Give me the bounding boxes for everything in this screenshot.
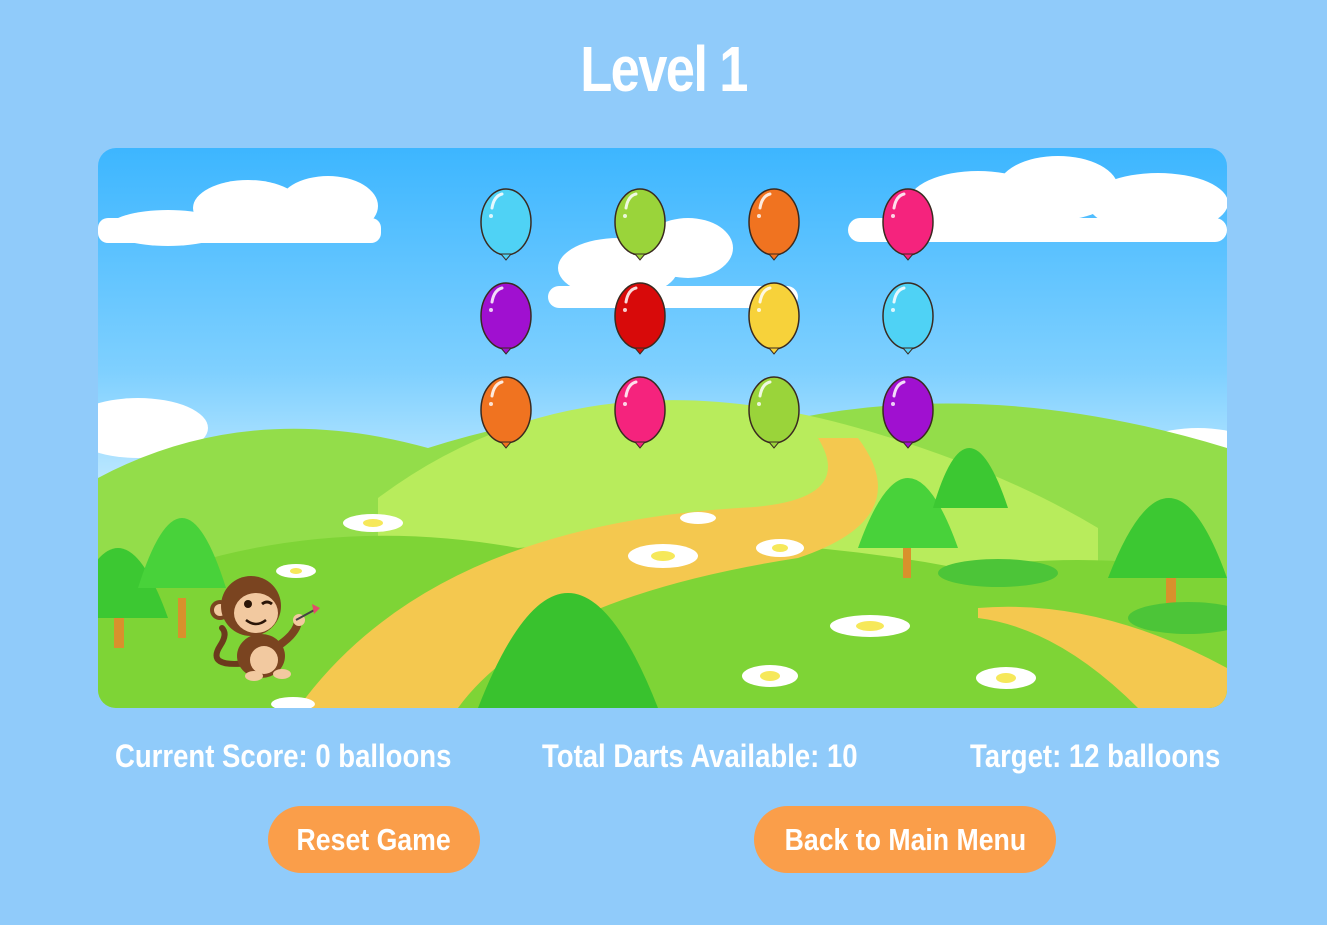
balloon-target[interactable] bbox=[480, 282, 532, 356]
balloon-target[interactable] bbox=[882, 376, 934, 450]
reset-game-button[interactable]: Reset Game bbox=[268, 806, 480, 873]
back-to-main-menu-button[interactable]: Back to Main Menu bbox=[754, 806, 1056, 873]
darts-available-label: Total Darts Available: 10 bbox=[542, 738, 858, 774]
balloon-target[interactable] bbox=[614, 188, 666, 262]
balloon-target[interactable] bbox=[882, 188, 934, 262]
balloon-target[interactable] bbox=[748, 188, 800, 262]
balloon-target[interactable] bbox=[882, 282, 934, 356]
game-scene[interactable] bbox=[98, 148, 1227, 708]
current-score-label: Current Score: 0 balloons bbox=[115, 738, 452, 774]
level-title: Level 1 bbox=[580, 33, 748, 105]
monkey-player-icon[interactable] bbox=[206, 568, 326, 683]
balloon-target[interactable] bbox=[748, 282, 800, 356]
balloon-target[interactable] bbox=[614, 282, 666, 356]
balloon-target[interactable] bbox=[748, 376, 800, 450]
balloon-target[interactable] bbox=[480, 376, 532, 450]
target-label: Target: 12 balloons bbox=[970, 738, 1221, 774]
balloon-target[interactable] bbox=[480, 188, 532, 262]
balloon-target[interactable] bbox=[614, 376, 666, 450]
